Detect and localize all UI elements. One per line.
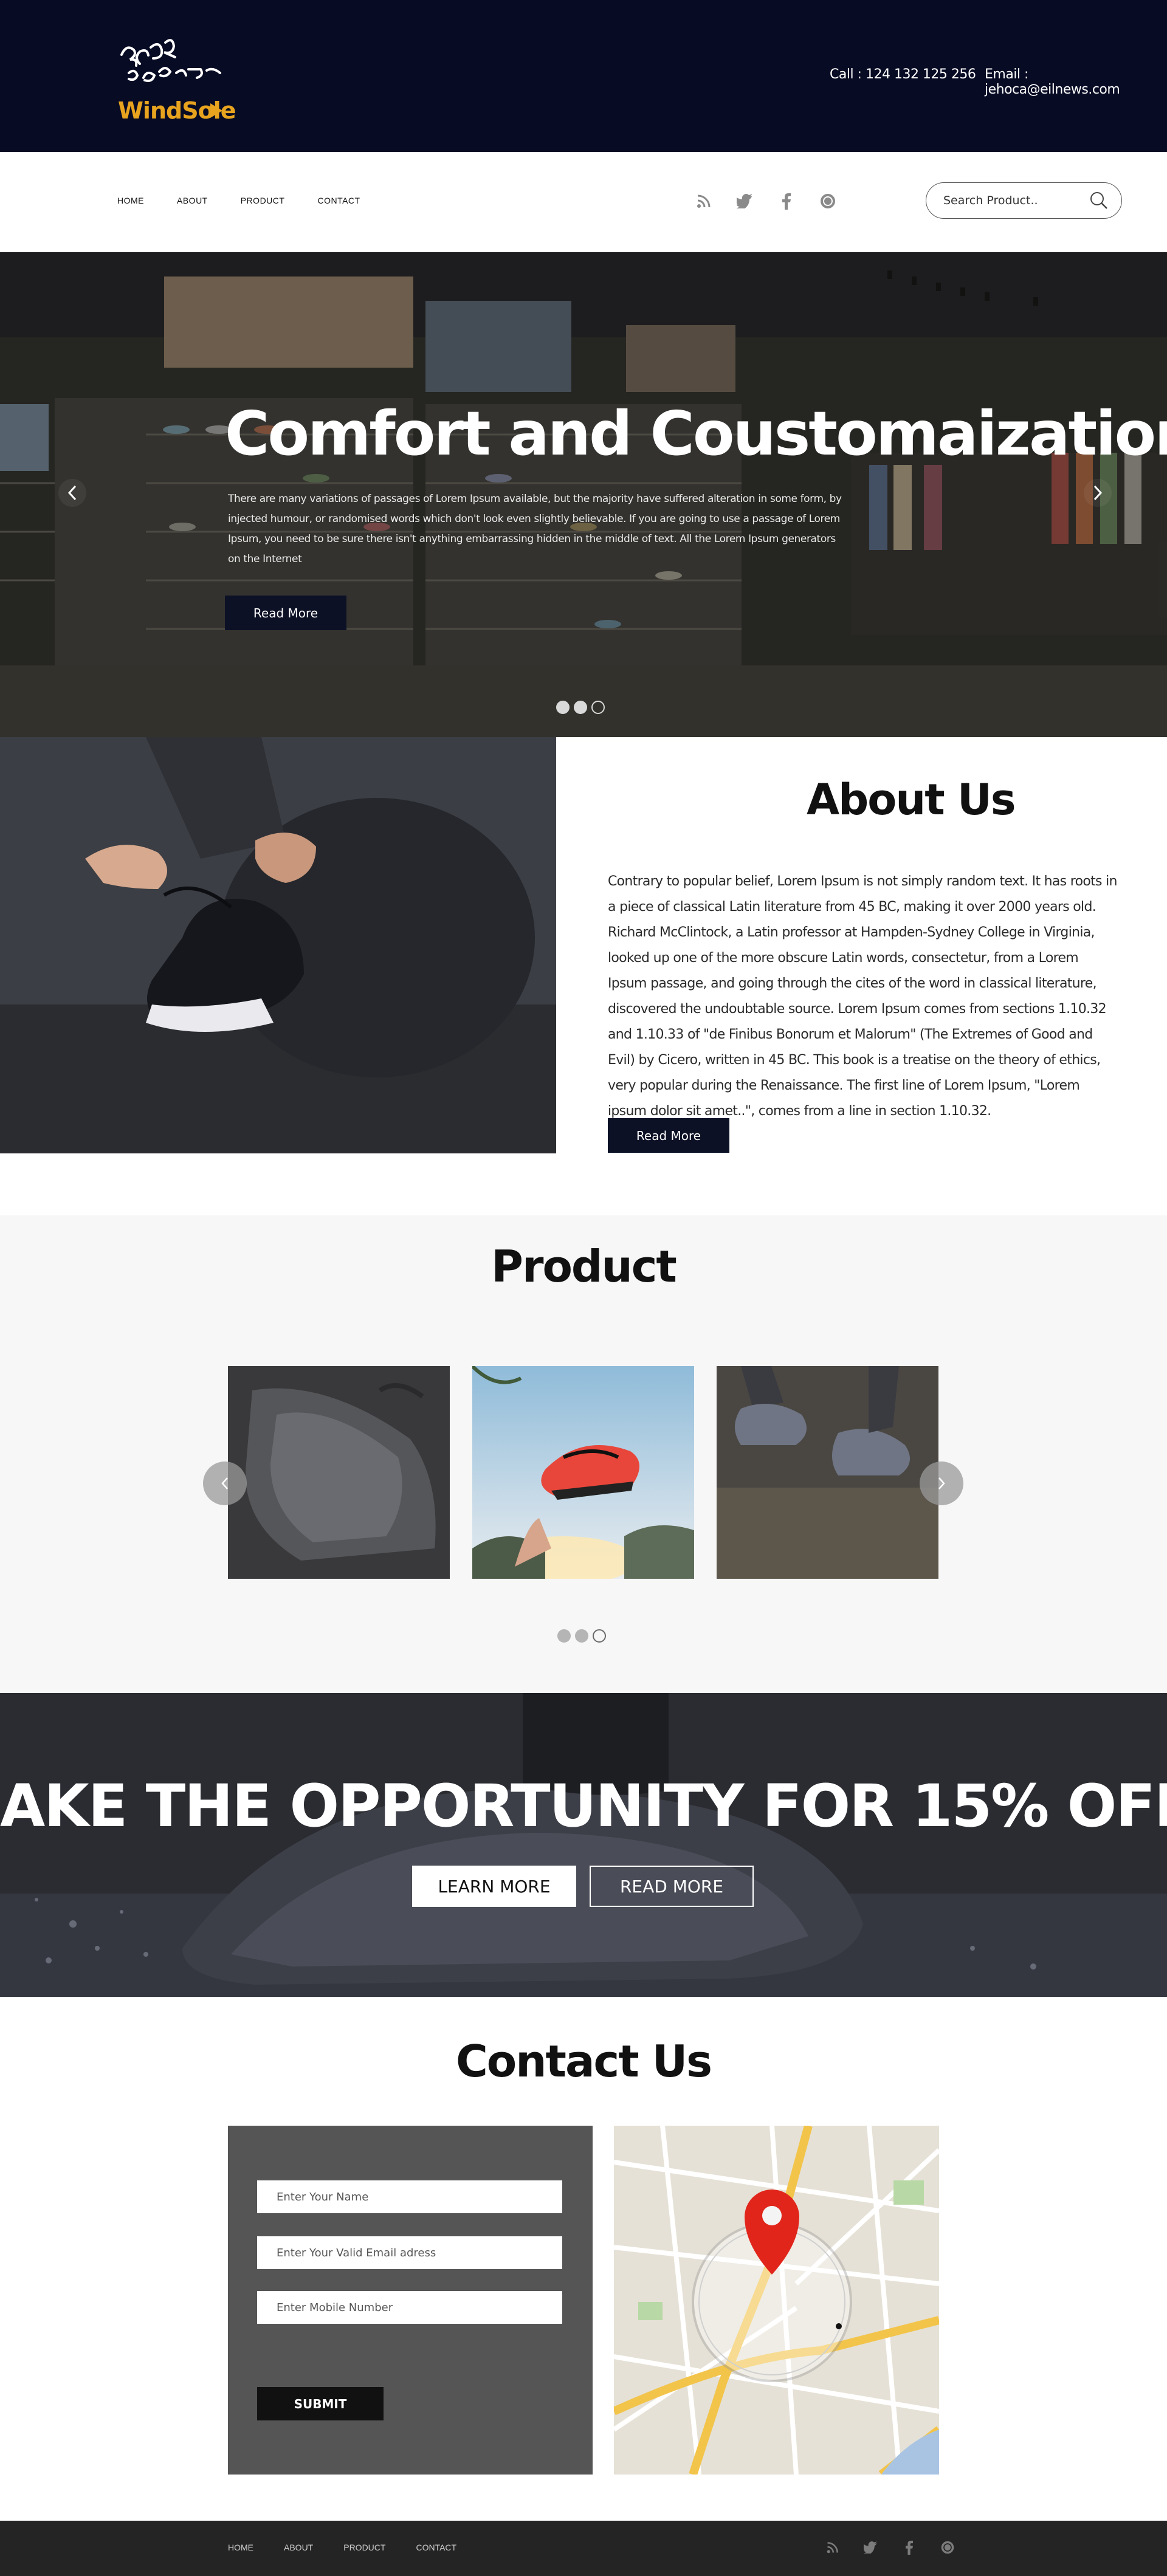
footer-nav-home[interactable]: HOME	[228, 2543, 253, 2552]
product-dot-1[interactable]	[557, 1629, 571, 1643]
chevron-right-icon	[1093, 485, 1103, 501]
product-next-arrow[interactable]	[920, 1461, 963, 1505]
hero-read-more-button[interactable]: Read More	[225, 596, 346, 630]
footer-nav-product[interactable]: PRODUCT	[343, 2543, 385, 2552]
nav-contact[interactable]: CONTACT	[317, 196, 360, 205]
submit-button[interactable]: SUBMIT	[257, 2387, 384, 2420]
footer-nav-about[interactable]: ABOUT	[284, 2543, 313, 2552]
header-phone: Call : 124 132 125 256	[830, 67, 976, 82]
nav-product[interactable]: PRODUCT	[241, 196, 285, 205]
product-card-2[interactable]	[472, 1366, 694, 1579]
location-map[interactable]	[614, 2126, 939, 2475]
chevron-right-icon	[938, 1477, 945, 1489]
about-title: About Us	[807, 775, 1016, 825]
footer-links: HOME ABOUT PRODUCT CONTACT	[228, 2543, 456, 2552]
search-box	[926, 182, 1122, 219]
rss-icon[interactable]	[824, 2539, 841, 2556]
product-slide-dots	[557, 1629, 606, 1643]
product-section: Product	[0, 1215, 1167, 1693]
promo-title: AKE THE OPPORTUNITY FOR 15% OFF	[0, 1772, 1167, 1840]
logo-graphic	[120, 39, 221, 82]
product-prev-arrow[interactable]	[203, 1461, 247, 1505]
promo-read-more-button[interactable]: READ MORE	[590, 1866, 754, 1907]
top-bar: WindSole Call : 124 132 125 256 Email : …	[0, 0, 1167, 152]
hero-dot-3[interactable]	[591, 701, 605, 714]
shoe-lacing-photo	[0, 737, 556, 1153]
hero-dot-1[interactable]	[556, 701, 570, 714]
contact-title: Contact Us	[455, 2036, 712, 2087]
email-field[interactable]	[257, 2236, 562, 2269]
dribbble-icon[interactable]	[819, 192, 837, 210]
social-links	[695, 192, 837, 210]
mobile-field[interactable]	[257, 2291, 562, 2324]
hero-slider: Comfort and Coustomaization There are ma…	[0, 252, 1167, 737]
hero-slide-dots	[556, 701, 605, 714]
chevron-left-icon	[221, 1477, 228, 1489]
promo-banner: AKE THE OPPORTUNITY FOR 15% OFF LEARN MO…	[0, 1693, 1167, 1997]
hero-next-arrow[interactable]	[1084, 479, 1112, 507]
logo[interactable]: WindSole	[115, 30, 237, 128]
search-icon[interactable]	[1090, 191, 1108, 213]
name-field[interactable]	[257, 2180, 562, 2213]
grey-running-shoes-image	[717, 1366, 938, 1579]
hero-text: There are many variations of passages of…	[228, 493, 842, 565]
nav-home[interactable]: HOME	[117, 196, 144, 205]
white-sneaker-image	[228, 1366, 450, 1579]
nav-links: HOME ABOUT PRODUCT CONTACT	[117, 196, 360, 205]
red-shoe-image	[472, 1366, 694, 1579]
header-email[interactable]: Email : jehoca@eilnews.com	[985, 67, 1167, 97]
hero-dot-2[interactable]	[574, 701, 587, 714]
twitter-icon[interactable]	[736, 192, 754, 210]
hero-prev-arrow[interactable]	[58, 479, 86, 507]
main-nav: HOME ABOUT PRODUCT CONTACT	[0, 152, 1167, 252]
promo-background-image	[0, 1693, 1167, 1997]
product-title: Product	[491, 1241, 677, 1292]
facebook-icon[interactable]	[901, 2539, 918, 2556]
map-image	[614, 2126, 939, 2475]
contact-form: SUBMIT	[228, 2126, 593, 2475]
product-card-3[interactable]	[717, 1366, 938, 1579]
product-dot-3[interactable]	[593, 1629, 606, 1643]
facebook-icon[interactable]	[777, 192, 796, 210]
search-input[interactable]	[943, 191, 1083, 210]
hero-title: Comfort and Coustomaization	[225, 398, 1167, 469]
nav-about[interactable]: ABOUT	[177, 196, 208, 205]
logo-arrow-icon	[210, 103, 222, 118]
about-image	[0, 737, 556, 1153]
about-text: Contrary to popular belief, Lorem Ipsum …	[608, 874, 1117, 1119]
rss-icon[interactable]	[695, 192, 713, 210]
dribbble-icon[interactable]	[939, 2539, 956, 2556]
product-card-1[interactable]	[228, 1366, 450, 1579]
footer: HOME ABOUT PRODUCT CONTACT	[0, 2521, 1167, 2576]
footer-social-links	[824, 2539, 956, 2556]
twitter-icon[interactable]	[862, 2539, 880, 2556]
about-read-more-button[interactable]: Read More	[608, 1118, 729, 1153]
product-dot-2[interactable]	[575, 1629, 588, 1643]
learn-more-button[interactable]: LEARN MORE	[412, 1866, 576, 1907]
chevron-left-icon	[67, 485, 77, 501]
footer-nav-contact[interactable]: CONTACT	[416, 2543, 456, 2552]
